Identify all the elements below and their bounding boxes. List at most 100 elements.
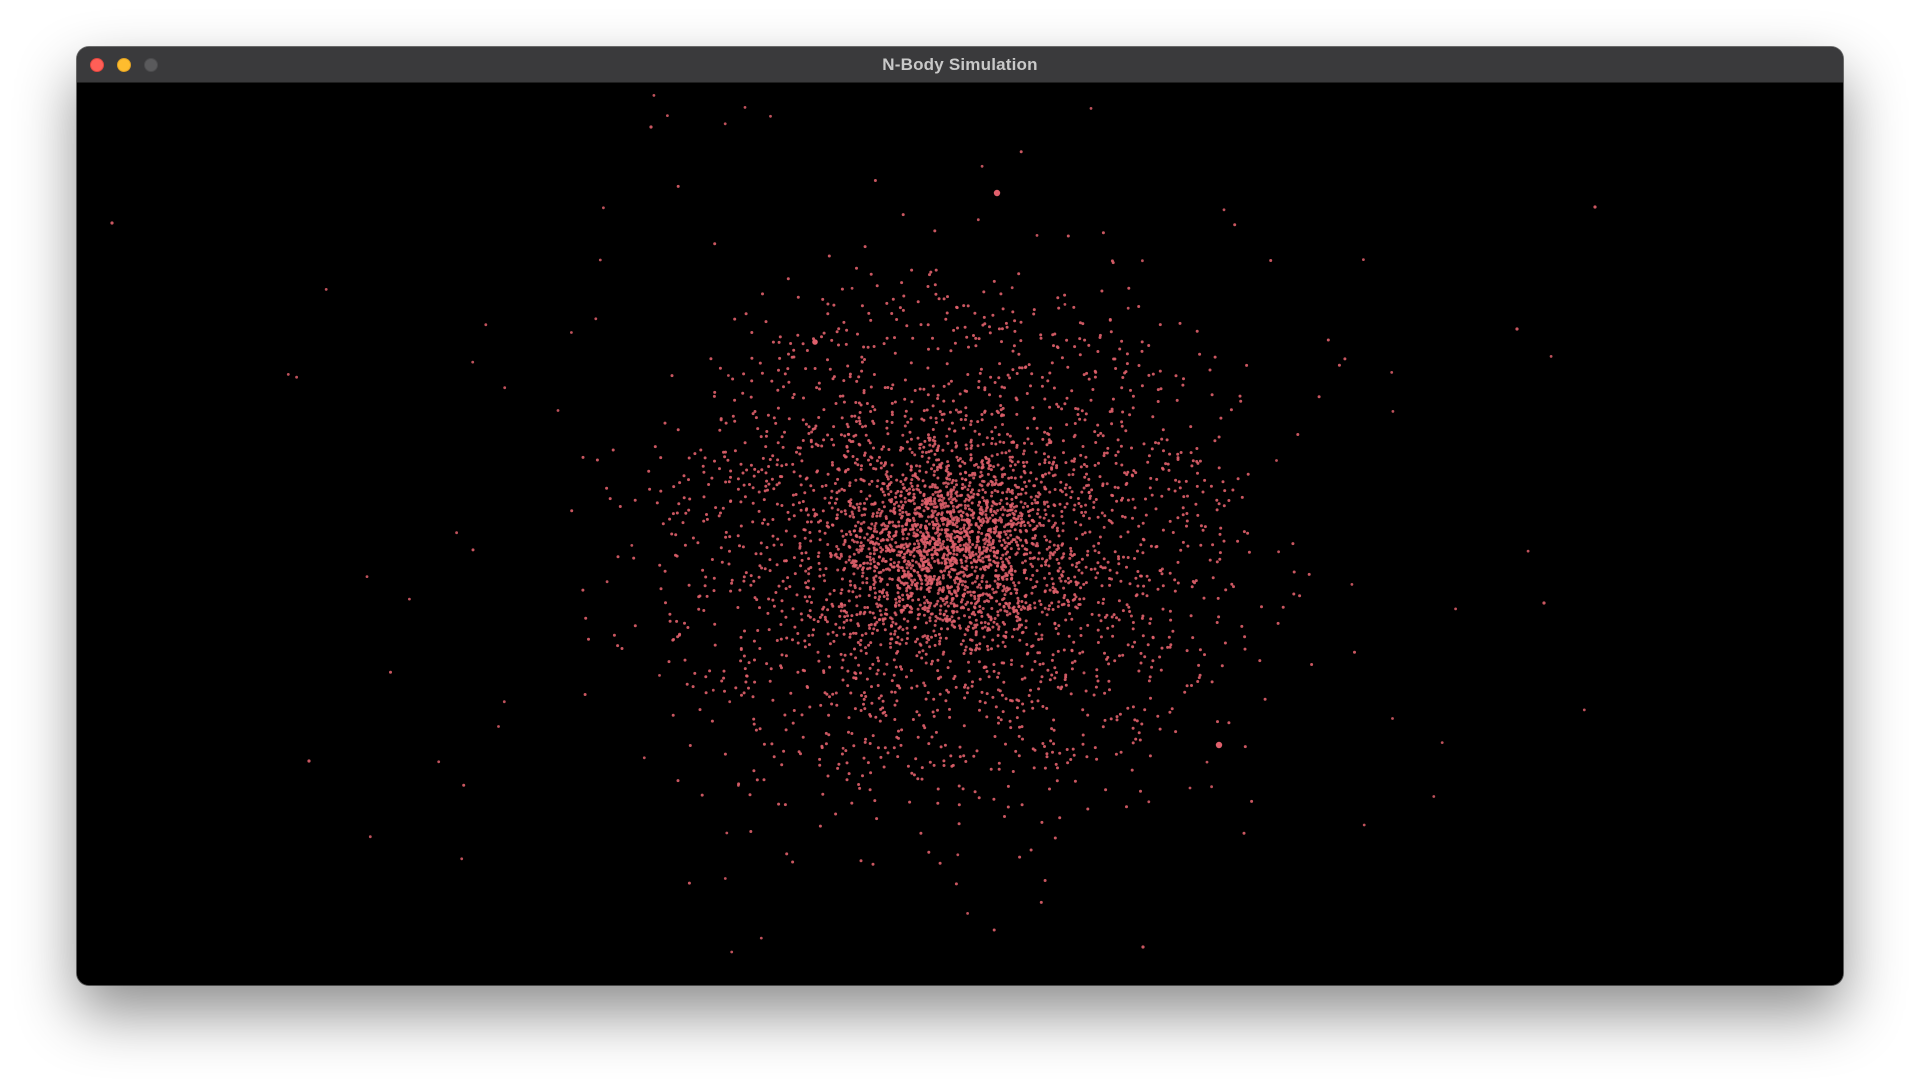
particle xyxy=(948,410,952,414)
particle xyxy=(1107,662,1111,666)
particle xyxy=(110,221,114,225)
particle xyxy=(967,507,971,511)
particle xyxy=(998,602,1002,606)
particle xyxy=(949,492,953,496)
particle xyxy=(1145,594,1149,598)
particle xyxy=(867,458,870,462)
particle xyxy=(1120,420,1124,424)
particle xyxy=(918,577,922,581)
particle xyxy=(1240,624,1244,628)
particle xyxy=(784,587,788,591)
particle xyxy=(761,456,765,460)
particle xyxy=(974,523,978,527)
particle xyxy=(1074,520,1078,524)
particle xyxy=(1088,494,1092,498)
particle xyxy=(992,669,996,673)
particle xyxy=(966,493,970,497)
title-bar[interactable]: N-Body Simulation xyxy=(77,47,1843,83)
particle xyxy=(655,501,659,505)
particle xyxy=(661,522,665,526)
particle xyxy=(874,715,878,719)
particle xyxy=(1004,532,1008,536)
particle xyxy=(890,617,894,621)
particle xyxy=(1097,461,1100,465)
particle xyxy=(1023,480,1027,484)
particle xyxy=(1102,525,1106,529)
particle xyxy=(1141,551,1145,555)
particle xyxy=(1079,523,1083,527)
simulation-canvas[interactable] xyxy=(77,83,1843,985)
particle xyxy=(1015,412,1019,416)
particle xyxy=(934,615,938,618)
particle xyxy=(1144,497,1147,501)
particle xyxy=(936,599,940,603)
particle xyxy=(897,560,901,564)
particle xyxy=(850,286,854,290)
particle xyxy=(1170,707,1174,711)
particle xyxy=(898,512,902,516)
particle xyxy=(807,634,811,637)
particle xyxy=(1140,340,1144,344)
particle xyxy=(605,580,609,584)
particle xyxy=(1063,505,1067,509)
particle xyxy=(871,512,875,516)
particle xyxy=(1015,588,1019,592)
particle xyxy=(782,385,785,389)
particle xyxy=(1109,330,1113,334)
particle xyxy=(879,466,883,470)
particle xyxy=(792,514,796,518)
particle xyxy=(899,494,903,498)
particle xyxy=(1101,482,1105,486)
particle xyxy=(807,643,811,647)
particle xyxy=(1055,526,1059,530)
particle xyxy=(1011,635,1014,639)
particle xyxy=(1047,455,1050,459)
particle xyxy=(1084,455,1088,459)
particle xyxy=(818,538,822,542)
particle xyxy=(854,656,858,660)
particle xyxy=(1004,321,1008,325)
particle xyxy=(1094,370,1098,374)
particle xyxy=(1033,660,1037,663)
particle xyxy=(951,763,955,767)
particle xyxy=(1019,517,1023,521)
particle xyxy=(954,479,958,483)
particle xyxy=(932,629,936,633)
particle xyxy=(608,497,612,501)
particle xyxy=(1177,480,1181,484)
particle xyxy=(900,514,904,518)
particle xyxy=(971,680,974,684)
particle xyxy=(1043,766,1047,770)
particle xyxy=(911,559,915,563)
heavy-body xyxy=(812,339,818,345)
particle xyxy=(944,636,948,640)
particle xyxy=(1055,558,1059,561)
particle xyxy=(945,477,949,481)
particle xyxy=(1065,338,1069,342)
particle xyxy=(916,777,920,781)
particle xyxy=(930,735,934,739)
particle xyxy=(1015,706,1019,710)
particle xyxy=(839,552,843,556)
particle xyxy=(936,787,940,791)
particle xyxy=(1213,439,1217,443)
particle xyxy=(984,500,988,504)
particle xyxy=(992,530,996,534)
particle xyxy=(900,575,904,579)
particle xyxy=(804,367,808,371)
particle xyxy=(1116,486,1120,490)
particle xyxy=(966,590,970,594)
particle xyxy=(916,607,920,611)
particle xyxy=(743,667,747,671)
particle xyxy=(1005,325,1009,329)
particle xyxy=(901,556,905,560)
particle xyxy=(967,537,971,541)
particle xyxy=(909,669,913,672)
particle xyxy=(958,577,962,581)
particle xyxy=(958,626,962,630)
particle xyxy=(1188,786,1192,790)
particle xyxy=(872,627,876,631)
particle xyxy=(632,556,636,560)
particle xyxy=(966,304,970,308)
particle xyxy=(927,456,931,460)
